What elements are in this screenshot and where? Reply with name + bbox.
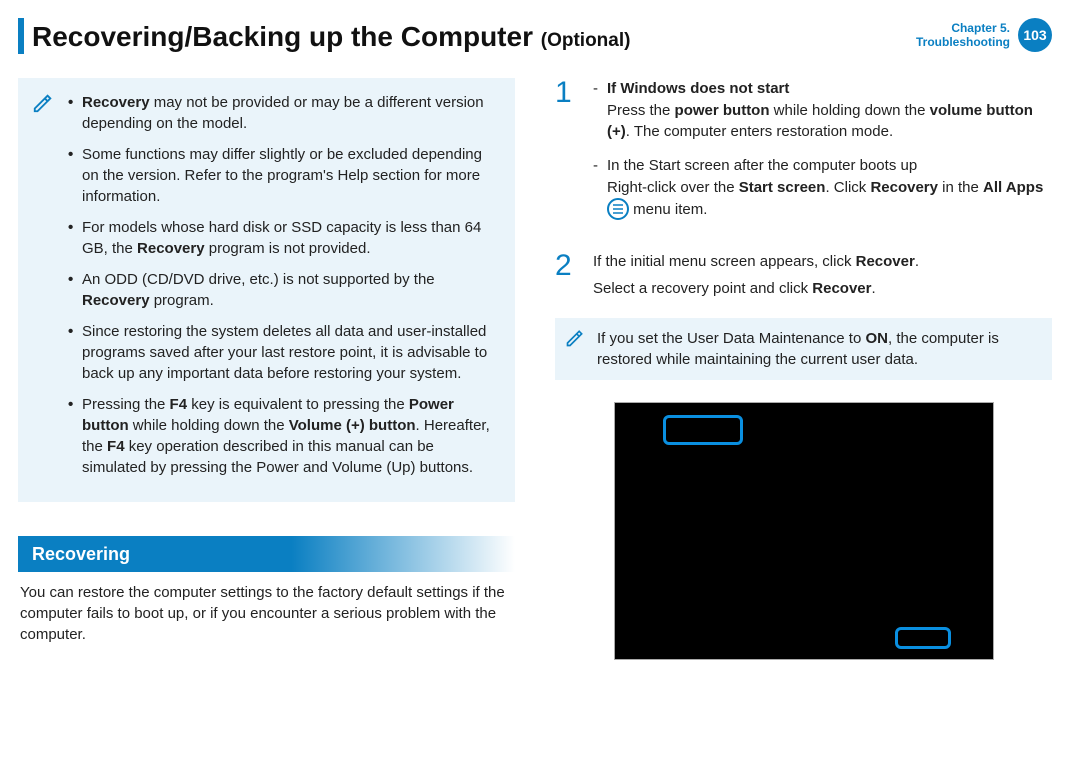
list-item: Some functions may differ slightly or be…: [68, 144, 497, 207]
bold-text: Recover: [812, 280, 871, 297]
text: in the: [938, 179, 983, 196]
bold-text: F4: [107, 438, 125, 455]
text: An ODD (CD/DVD drive, etc.) is not suppo…: [82, 271, 435, 288]
text: Pressing the: [82, 396, 170, 413]
bold-text: F4: [170, 396, 188, 413]
highlight-rect-top: [663, 415, 743, 445]
title-accent-bar: [18, 18, 24, 54]
bold-text: Recovery: [82, 292, 150, 309]
text: while holding down the: [129, 417, 289, 434]
step-body: If Windows does not start Press the powe…: [593, 78, 1052, 233]
list-item: Pressing the F4 key is equivalent to pre…: [68, 394, 497, 478]
bold-text: power button: [675, 102, 770, 119]
step-2: 2 If the initial menu screen appears, cl…: [555, 251, 1052, 301]
page-number: 103: [1023, 26, 1046, 45]
chapter-number: Chapter 5.: [916, 21, 1010, 35]
step-body: If the initial menu screen appears, clic…: [593, 251, 1052, 301]
list-item: An ODD (CD/DVD drive, etc.) is not suppo…: [68, 269, 497, 311]
text: . The computer enters restoration mode.: [626, 123, 893, 140]
text: menu item.: [633, 201, 707, 218]
step-line: Select a recovery point and click Recove…: [593, 278, 1052, 300]
page-number-badge: 103: [1018, 18, 1052, 52]
recovering-intro: You can restore the computer settings to…: [18, 582, 515, 645]
page-title-sub: (Optional): [541, 30, 631, 51]
bold-text: ON: [865, 330, 888, 347]
list-item: For models whose hard disk or SSD capaci…: [68, 217, 497, 259]
dash-item: In the Start screen after the computer b…: [593, 155, 1052, 221]
bold-text: Recovery: [137, 240, 205, 257]
text: Right-click over the: [607, 179, 739, 196]
text: You can restore the computer settings to…: [20, 584, 505, 643]
right-column: 1 If Windows does not start Press the po…: [555, 78, 1052, 660]
dash-item: If Windows does not start Press the powe…: [593, 78, 1052, 143]
recovery-screenshot: [614, 402, 994, 660]
text: program.: [150, 292, 214, 309]
bold-text: If Windows does not start: [607, 80, 789, 97]
chapter-info: Chapter 5. Troubleshooting: [916, 21, 1010, 50]
note-box-secondary: If you set the User Data Maintenance to …: [555, 318, 1052, 380]
note-list: Recovery may not be provided or may be a…: [68, 92, 497, 478]
all-apps-icon: [607, 198, 629, 220]
text: If the initial menu screen appears, clic…: [593, 253, 856, 270]
step-number: 2: [555, 251, 593, 301]
text: .: [871, 280, 875, 297]
note-icon: [565, 328, 585, 348]
bold-text: Volume (+) button: [289, 417, 416, 434]
bold-text: All Apps: [983, 179, 1043, 196]
section-heading-text: Recovering: [32, 544, 130, 564]
text: . Click: [825, 179, 870, 196]
text: key operation described in this manual c…: [82, 438, 473, 476]
bold-text: Recover: [856, 253, 915, 270]
bold-text: Start screen: [739, 179, 826, 196]
list-item: Since restoring the system deletes all d…: [68, 321, 497, 384]
text: Press the: [607, 102, 675, 119]
bold-text: Recovery: [870, 179, 938, 196]
step-number: 1: [555, 78, 593, 233]
note-box-main: Recovery may not be provided or may be a…: [18, 78, 515, 502]
page-title-wrap: Recovering/Backing up the Computer (Opti…: [18, 18, 630, 56]
note-icon: [32, 92, 54, 114]
step-1: 1 If Windows does not start Press the po…: [555, 78, 1052, 233]
step-line: If the initial menu screen appears, clic…: [593, 251, 1052, 273]
text: Since restoring the system deletes all d…: [82, 323, 487, 382]
highlight-rect-bottom: [895, 627, 951, 649]
header-meta: Chapter 5. Troubleshooting 103: [916, 18, 1052, 52]
text: In the Start screen after the computer b…: [607, 157, 917, 174]
bold-text: Recovery: [82, 94, 150, 111]
content-columns: Recovery may not be provided or may be a…: [18, 78, 1052, 660]
left-column: Recovery may not be provided or may be a…: [18, 78, 515, 660]
page-title: Recovering/Backing up the Computer (Opti…: [32, 18, 630, 56]
text: Some functions may differ slightly or be…: [82, 146, 482, 205]
text: If you set the User Data Maintenance to: [597, 330, 865, 347]
section-heading-recovering: Recovering: [18, 536, 515, 572]
list-item: Recovery may not be provided or may be a…: [68, 92, 497, 134]
page-title-main: Recovering/Backing up the Computer: [32, 21, 541, 52]
text: while holding down the: [770, 102, 930, 119]
text: Select a recovery point and click: [593, 280, 812, 297]
text: .: [915, 253, 919, 270]
page-header: Recovering/Backing up the Computer (Opti…: [18, 18, 1052, 56]
text: key is equivalent to pressing the: [187, 396, 409, 413]
chapter-name: Troubleshooting: [916, 35, 1010, 49]
text: program is not provided.: [205, 240, 371, 257]
